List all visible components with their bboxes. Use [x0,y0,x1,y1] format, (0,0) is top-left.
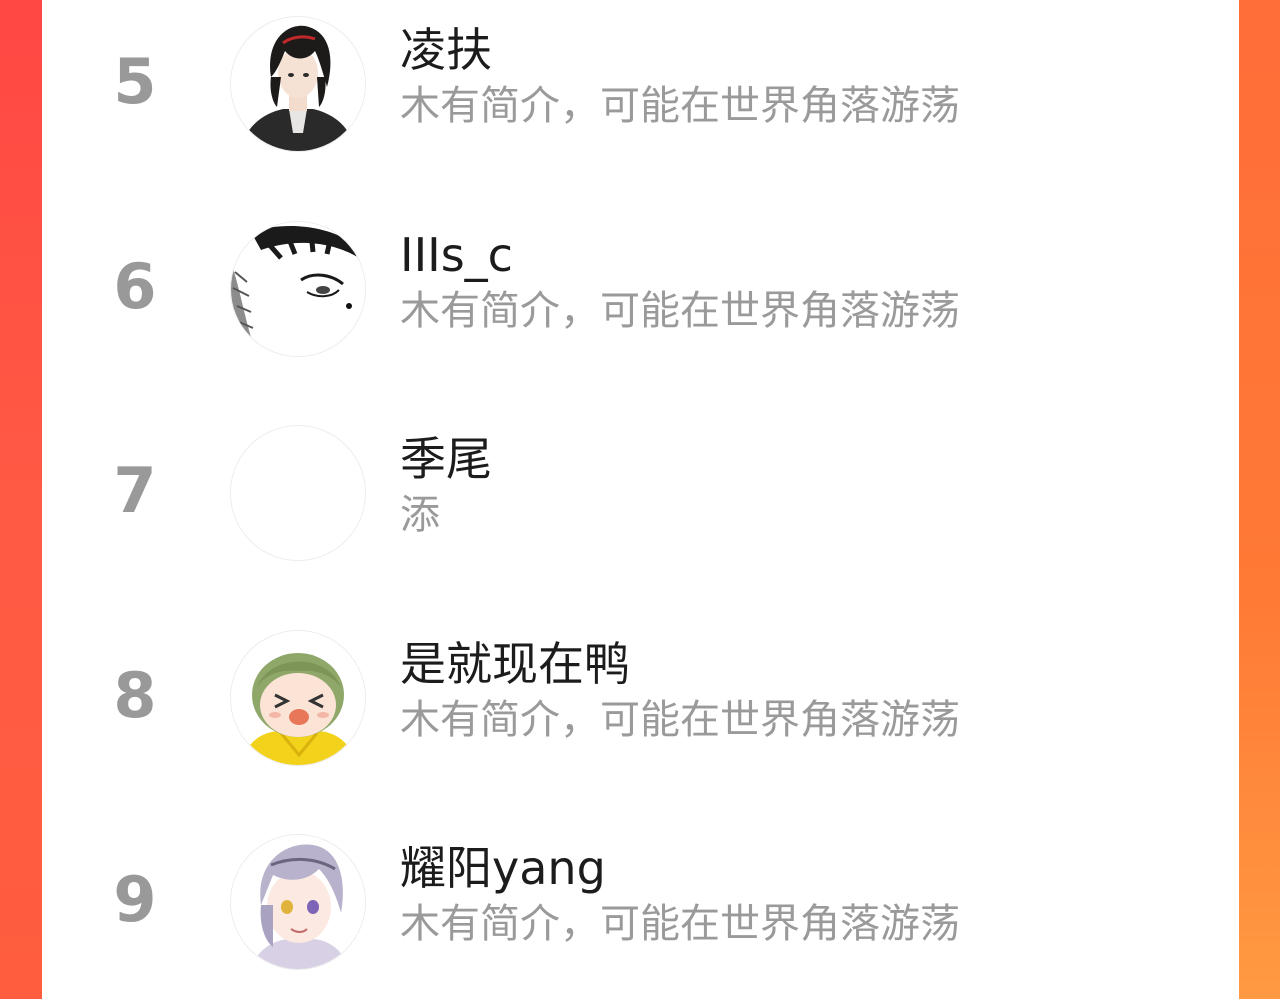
green-hair-chibi-avatar-icon[interactable] [230,630,366,766]
rank-number: 9 [113,863,157,936]
user-bio: 木有简介，可能在世界角落游荡 [400,83,960,129]
list-item[interactable]: 7 季尾 添 [42,413,1239,573]
silver-hair-boy-avatar-icon[interactable] [230,834,366,970]
list-item[interactable]: 6 IIIs_c 木有简介，可能在世界角落游荡 [42,209,1239,369]
user-bio: 木有简介，可能在世界角落游荡 [400,697,960,743]
rank-number: 7 [113,454,157,527]
rank-number: 8 [113,659,157,732]
background-edge-left [0,0,42,999]
user-name[interactable]: 季尾 [400,431,492,487]
user-name[interactable]: 凌扶 [400,22,492,78]
user-name[interactable]: IIIs_c [400,227,513,283]
blank-avatar-icon[interactable] [230,425,366,561]
rank-number: 6 [113,250,157,323]
list-item[interactable]: 8 是就现在鸭 木有简介，可能在世界角落游荡 [42,618,1239,778]
user-name[interactable]: 是就现在鸭 [400,636,630,692]
list-item[interactable]: 9 耀阳yang 木有简介，可能在世界角落游荡 [42,822,1239,982]
dark-haired-boy-avatar-icon[interactable] [230,16,366,152]
user-bio: 木有简介，可能在世界角落游荡 [400,288,960,334]
user-name[interactable]: 耀阳yang [400,840,606,896]
user-bio: 添 [400,492,440,538]
background-edge-right [1239,0,1280,999]
list-item[interactable]: 5 凌扶 木有简介，可能在世界角落游荡 [42,4,1239,164]
ranking-list-panel: 5 凌扶 木有简介，可能在世界角落游荡 6 IIIs_c 木有简介，可能在世界角… [42,0,1239,999]
manga-eye-avatar-icon[interactable] [230,221,366,357]
user-bio: 木有简介，可能在世界角落游荡 [400,901,960,947]
rank-number: 5 [113,45,157,118]
